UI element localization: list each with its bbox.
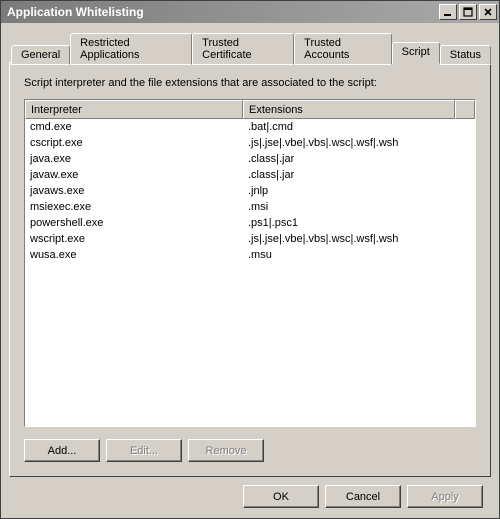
button-label: Remove xyxy=(206,445,247,457)
tab-trusted-accounts[interactable]: Trusted Accounts xyxy=(294,33,392,65)
dialog-body: General Restricted Applications Trusted … xyxy=(1,23,499,518)
table-row[interactable]: cscript.exe.js|.jse|.vbe|.vbs|.wsc|.wsf|… xyxy=(25,135,475,151)
cell-extensions: .msi xyxy=(243,201,475,213)
cell-extensions: .js|.jse|.vbe|.vbs|.wsc|.wsf|.wsh xyxy=(243,137,475,149)
tab-label: General xyxy=(21,49,60,61)
tab-label: Script xyxy=(402,46,430,58)
cell-extensions: .class|.jar xyxy=(243,169,475,181)
cell-interpreter: cmd.exe xyxy=(25,121,243,133)
minimize-button[interactable] xyxy=(439,4,457,20)
table-row[interactable]: wscript.exe.js|.jse|.vbe|.vbs|.wsc|.wsf|… xyxy=(25,231,475,247)
table-row[interactable]: javaws.exe.jnlp xyxy=(25,183,475,199)
table-row[interactable]: cmd.exe.bat|.cmd xyxy=(25,119,475,135)
tab-label: Trusted Accounts xyxy=(304,37,349,61)
tab-strip: General Restricted Applications Trusted … xyxy=(9,31,491,63)
cell-interpreter: javaw.exe xyxy=(25,169,243,181)
tab-label: Status xyxy=(450,49,481,61)
close-icon xyxy=(483,7,493,17)
button-label: Apply xyxy=(431,491,459,503)
tab-restricted-applications[interactable]: Restricted Applications xyxy=(70,33,192,65)
button-label: Cancel xyxy=(346,491,380,503)
edit-button[interactable]: Edit... xyxy=(106,439,182,462)
table-row[interactable]: powershell.exe.ps1|.psc1 xyxy=(25,215,475,231)
cell-extensions: .bat|.cmd xyxy=(243,121,475,133)
column-header-label: Extensions xyxy=(249,104,303,116)
cell-interpreter: powershell.exe xyxy=(25,217,243,229)
cell-extensions: .js|.jse|.vbe|.vbs|.wsc|.wsf|.wsh xyxy=(243,233,475,245)
button-label: Add... xyxy=(48,445,77,457)
column-header-label: Interpreter xyxy=(31,104,82,116)
panel-button-row: Add... Edit... Remove xyxy=(24,439,476,462)
table-row[interactable]: java.exe.class|.jar xyxy=(25,151,475,167)
ok-button[interactable]: OK xyxy=(243,485,319,508)
cell-interpreter: javaws.exe xyxy=(25,185,243,197)
remove-button[interactable]: Remove xyxy=(188,439,264,462)
script-listview[interactable]: Interpreter Extensions cmd.exe.bat|.cmdc… xyxy=(24,99,476,427)
tab-label: Trusted Certificate xyxy=(202,37,252,61)
cancel-button[interactable]: Cancel xyxy=(325,485,401,508)
button-label: OK xyxy=(273,491,289,503)
table-row[interactable]: wusa.exe.msu xyxy=(25,247,475,263)
tab-panel-script: Script interpreter and the file extensio… xyxy=(9,62,491,477)
cell-interpreter: msiexec.exe xyxy=(25,201,243,213)
cell-interpreter: java.exe xyxy=(25,153,243,165)
table-row[interactable]: javaw.exe.class|.jar xyxy=(25,167,475,183)
cell-extensions: .ps1|.psc1 xyxy=(243,217,475,229)
titlebar: Application Whitelisting xyxy=(1,1,499,23)
tab-label: Restricted Applications xyxy=(80,37,139,61)
cell-interpreter: cscript.exe xyxy=(25,137,243,149)
button-label: Edit... xyxy=(130,445,158,457)
cell-extensions: .msu xyxy=(243,249,475,261)
maximize-button[interactable] xyxy=(459,4,477,20)
add-button[interactable]: Add... xyxy=(24,439,100,462)
tab-status[interactable]: Status xyxy=(440,45,491,65)
tab-trusted-certificate[interactable]: Trusted Certificate xyxy=(192,33,294,65)
app-window: Application Whitelisting General Restric… xyxy=(0,0,500,519)
cell-extensions: .class|.jar xyxy=(243,153,475,165)
listview-header: Interpreter Extensions xyxy=(25,100,475,119)
panel-description: Script interpreter and the file extensio… xyxy=(24,77,476,89)
titlebar-controls xyxy=(437,4,497,20)
column-header-extensions[interactable]: Extensions xyxy=(243,100,455,119)
tab-general[interactable]: General xyxy=(11,45,70,65)
apply-button[interactable]: Apply xyxy=(407,485,483,508)
minimize-icon xyxy=(443,7,453,17)
tab-script[interactable]: Script xyxy=(392,42,440,64)
listview-body[interactable]: cmd.exe.bat|.cmdcscript.exe.js|.jse|.vbe… xyxy=(25,119,475,426)
cell-extensions: .jnlp xyxy=(243,185,475,197)
column-header-interpreter[interactable]: Interpreter xyxy=(25,100,243,119)
cell-interpreter: wusa.exe xyxy=(25,249,243,261)
table-row[interactable]: msiexec.exe.msi xyxy=(25,199,475,215)
window-title: Application Whitelisting xyxy=(7,5,437,19)
maximize-icon xyxy=(463,7,473,17)
close-button[interactable] xyxy=(479,4,497,20)
column-header-spacer xyxy=(455,100,475,119)
dialog-footer: OK Cancel Apply xyxy=(9,485,491,508)
cell-interpreter: wscript.exe xyxy=(25,233,243,245)
